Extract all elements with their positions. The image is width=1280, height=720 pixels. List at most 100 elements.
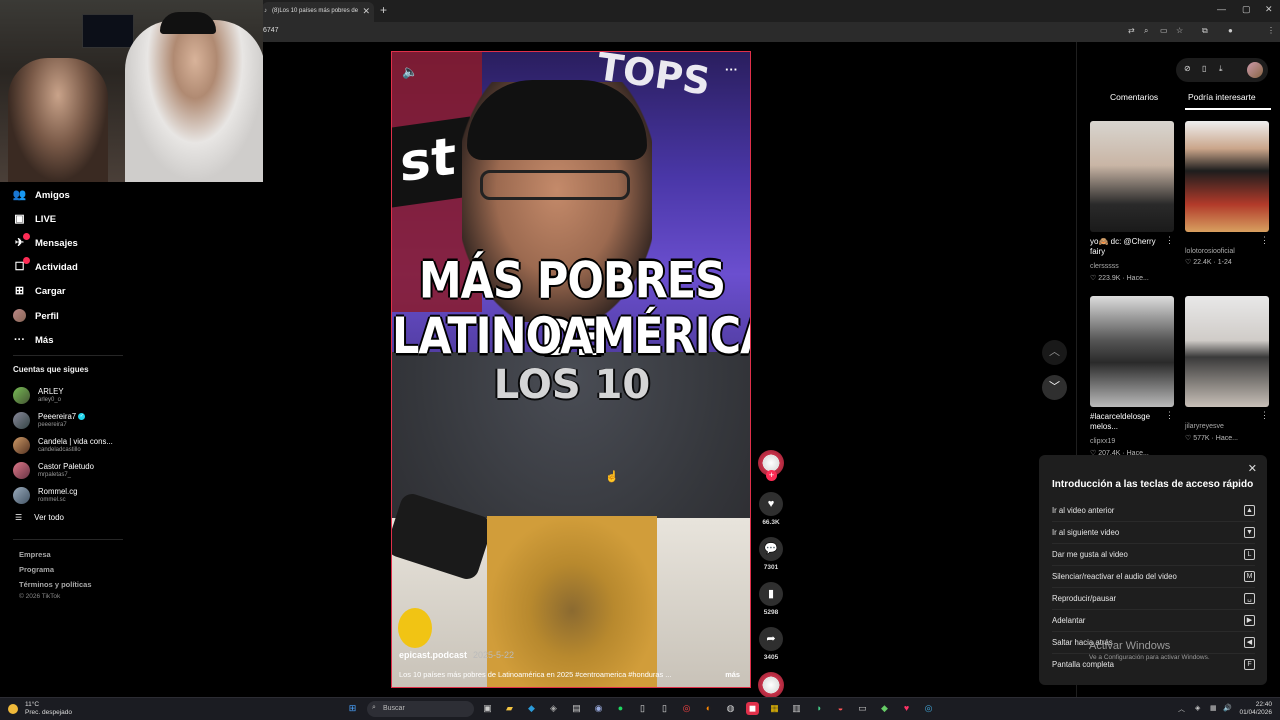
following-item[interactable]: ARLEY arley0_o	[13, 383, 128, 408]
sidebar-item-messages[interactable]: ✈ Mensajes	[12, 231, 132, 255]
store-icon[interactable]: ◆	[525, 702, 538, 715]
suggestion-thumbnail[interactable]	[1090, 121, 1174, 232]
suggestion-more-icon[interactable]: ⋮	[1165, 410, 1174, 421]
following-item[interactable]: Rommel.cg rommel.sc	[13, 483, 128, 508]
suggestion-thumbnail[interactable]	[1185, 296, 1269, 407]
sidebar-item-friends[interactable]: 👥 Amigos	[12, 183, 132, 207]
see-all-link[interactable]: ☰ Ver todo	[13, 513, 64, 522]
sidebar-item-live[interactable]: ▣ LIVE	[12, 207, 132, 231]
app-icon[interactable]: ◍	[724, 702, 737, 715]
suggestion-thumbnail[interactable]	[1090, 296, 1174, 407]
compass-icon[interactable]: ⊘	[1184, 64, 1191, 73]
more-text-button[interactable]: más	[725, 670, 740, 679]
footer-link-empresa[interactable]: Empresa	[19, 550, 51, 559]
share-button[interactable]: ➦	[759, 627, 783, 651]
shortcut-key: ␣	[1244, 593, 1255, 604]
video-blurred-inset	[487, 516, 657, 687]
cast-icon[interactable]: ▭	[1160, 26, 1168, 35]
sidebar-item-profile[interactable]: Perfil	[12, 304, 132, 328]
tab-comments[interactable]: Comentarios	[1110, 92, 1158, 102]
tray-app-icon[interactable]: ◈	[1195, 704, 1200, 712]
video-player[interactable]: TOPS st MÁS POBRES DE LOS 10 LATINOAMÉRI…	[391, 51, 751, 688]
suggestion-thumbnail[interactable]	[1185, 121, 1269, 232]
app-icon[interactable]: ◆	[878, 702, 891, 715]
save-button[interactable]: ▮	[759, 582, 783, 606]
new-tab-button[interactable]: +	[380, 3, 387, 17]
footer-link-programa[interactable]: Programa	[19, 565, 54, 574]
profile-icon[interactable]: ●	[1228, 26, 1233, 35]
comment-button[interactable]: 💬	[759, 537, 783, 561]
spotify-icon[interactable]: ●	[614, 702, 627, 715]
active-tab-indicator	[1185, 108, 1271, 110]
tab-suggested[interactable]: Podría interesarte	[1188, 92, 1256, 102]
phone-icon[interactable]: ▯	[1202, 64, 1206, 73]
previous-video-button[interactable]: ︿	[1042, 340, 1067, 365]
video-more-icon[interactable]: ···	[725, 62, 738, 77]
sidebar-item-activity[interactable]: ☐ Actividad	[12, 256, 132, 280]
browser-tab[interactable]: ♪ (8)Los 10 países más pobres de ✕	[262, 2, 374, 22]
app-icon[interactable]: ◑	[812, 702, 825, 715]
volume-icon[interactable]: 🔊	[1223, 704, 1232, 712]
shortcuts-title: Introducción a las teclas de acceso rápi…	[1052, 479, 1254, 490]
next-video-button[interactable]: ﹀	[1042, 375, 1067, 400]
shortcut-key: L	[1244, 549, 1255, 560]
close-window-icon[interactable]: ✕	[1265, 4, 1273, 15]
app-icon[interactable]: ◒	[834, 702, 847, 715]
app-icon[interactable]: ◼	[746, 702, 759, 715]
bookmark-star-icon[interactable]: ☆	[1176, 26, 1183, 35]
app-icon[interactable]: ▤	[570, 702, 583, 715]
suggestion-more-icon[interactable]: ⋮	[1260, 410, 1269, 421]
weather-text: Prec. despejado	[25, 709, 72, 716]
video-sign-text: st	[400, 126, 456, 195]
address-bar[interactable]: 6747 ⇄ ⌕ ▭ ☆ ⧉ ● ⋮	[260, 22, 1280, 42]
see-all-label: Ver todo	[34, 513, 64, 522]
windows-start-icon[interactable]: ⊞	[346, 702, 359, 715]
footer-link-terms[interactable]: Términos y políticas	[19, 580, 92, 589]
document-icon[interactable]: ▯	[658, 702, 671, 715]
app-icon[interactable]: ◈	[547, 702, 560, 715]
app-icon[interactable]: ▦	[768, 702, 781, 715]
taskbar-search[interactable]: ⌕ Buscar	[367, 701, 474, 717]
following-item[interactable]: Peeereira7 ✓ peeereira7	[13, 408, 128, 433]
app-icon[interactable]: ▭	[856, 702, 869, 715]
divider	[13, 355, 123, 356]
download-icon[interactable]: ⤓	[1219, 64, 1223, 74]
extensions-icon[interactable]: ⧉	[1202, 26, 1208, 36]
weather-widget[interactable]: 11°C Prec. despejado	[8, 701, 72, 717]
avatar[interactable]	[1247, 62, 1263, 78]
app-icon[interactable]: ◎	[922, 702, 935, 715]
browser-menu-icon[interactable]: ⋮	[1267, 26, 1275, 35]
follow-plus-icon[interactable]: +	[766, 470, 777, 481]
minimize-icon[interactable]: —	[1217, 4, 1226, 14]
app-icon[interactable]: ◐	[702, 702, 715, 715]
file-explorer-icon[interactable]: ▰	[503, 702, 516, 715]
app-icon[interactable]: ◉	[592, 702, 605, 715]
suggestion-more-icon[interactable]: ⋮	[1165, 235, 1174, 246]
sidebar-item-upload[interactable]: ⊞ Cargar	[12, 280, 132, 304]
clock[interactable]: 22:40 01/04/2026	[1239, 701, 1272, 717]
creator-avatar[interactable]: +	[758, 450, 784, 481]
video-glasses	[480, 170, 630, 200]
restore-icon[interactable]: ▢	[1242, 4, 1251, 15]
translate-icon[interactable]: ⇄	[1128, 26, 1135, 35]
like-button[interactable]: ♥	[759, 492, 783, 516]
music-disc-avatar[interactable]	[758, 672, 784, 698]
zoom-icon[interactable]: ⌕	[1144, 26, 1148, 36]
network-icon[interactable]: ▦	[1210, 704, 1217, 712]
following-item[interactable]: Castor Paletudo mrpaletas7_	[13, 458, 128, 483]
close-icon[interactable]: ✕	[1248, 462, 1257, 475]
close-tab-icon[interactable]: ✕	[362, 6, 370, 17]
sidebar-item-more[interactable]: ··· Más	[12, 328, 132, 352]
document-icon[interactable]: ▯	[636, 702, 649, 715]
app-icon[interactable]: ♥	[900, 702, 913, 715]
suggestion-more-icon[interactable]: ⋮	[1260, 235, 1269, 246]
video-author[interactable]: epicast.podcast 2025-5-22	[399, 650, 514, 660]
tray-arrow-icon[interactable]: ︿	[1178, 704, 1185, 714]
following-item[interactable]: Candela | vida cons... candeladcastillo	[13, 433, 128, 458]
task-view-icon[interactable]: ▣	[481, 702, 494, 715]
chrome-icon[interactable]: ◎	[680, 702, 693, 715]
clock-date: 01/04/2026	[1239, 709, 1272, 716]
mute-icon[interactable]: 🔈	[402, 64, 418, 80]
author-name: epicast.podcast	[399, 650, 468, 660]
app-icon[interactable]: ▥	[790, 702, 803, 715]
